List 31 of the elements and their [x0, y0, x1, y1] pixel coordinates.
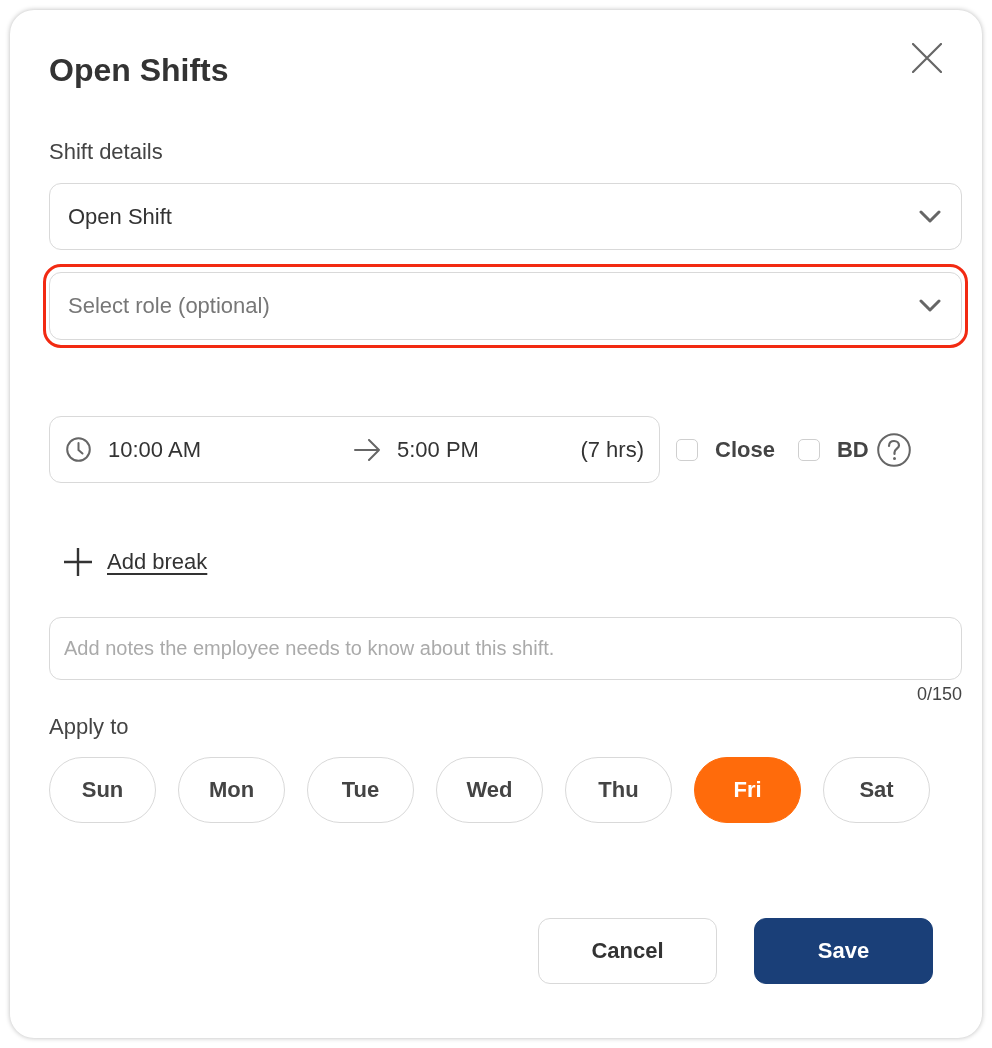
chevron-down-icon: [919, 209, 941, 224]
arrow-right-icon: [354, 438, 381, 461]
day-toggle[interactable]: Sun: [49, 757, 156, 823]
close-icon[interactable]: [912, 43, 942, 73]
help-icon[interactable]: [876, 432, 911, 467]
start-time[interactable]: 10:00 AM: [108, 436, 354, 463]
checkbox-label[interactable]: BD: [836, 436, 869, 463]
add-break-link[interactable]: Add break: [107, 549, 208, 575]
section-label: Apply to: [49, 713, 129, 741]
day-toggle[interactable]: Thu: [565, 757, 672, 823]
save-button[interactable]: Save: [754, 918, 933, 984]
checkbox-label[interactable]: Close: [715, 436, 775, 463]
time-range-field[interactable]: 10:00 AM 5:00 PM (7 hrs): [49, 416, 660, 483]
dropdown[interactable]: Select role (optional): [49, 272, 962, 340]
day-toggle[interactable]: Tue: [307, 757, 414, 823]
dialog-title: Open Shifts: [49, 51, 229, 90]
checkbox[interactable]: [797, 438, 820, 461]
character-counter: 0/150: [916, 683, 962, 705]
plus-icon[interactable]: [64, 548, 92, 576]
checkbox[interactable]: [676, 438, 698, 461]
chevron-down-icon: [919, 299, 941, 313]
dropdown[interactable]: Open Shift: [49, 183, 962, 250]
notes-field[interactable]: Add notes the employee needs to know about this shift.: [49, 617, 962, 680]
day-toggle[interactable]: Mon: [178, 757, 285, 823]
clock-icon: [66, 437, 91, 462]
section-label: Shift details: [49, 138, 163, 166]
duration-text: (7 hrs): [580, 436, 644, 463]
cancel-button[interactable]: Cancel: [538, 918, 717, 984]
end-time[interactable]: 5:00 PM: [397, 436, 581, 463]
day-toggle[interactable]: Sat: [823, 757, 930, 823]
day-toggle[interactable]: Wed: [436, 757, 543, 823]
